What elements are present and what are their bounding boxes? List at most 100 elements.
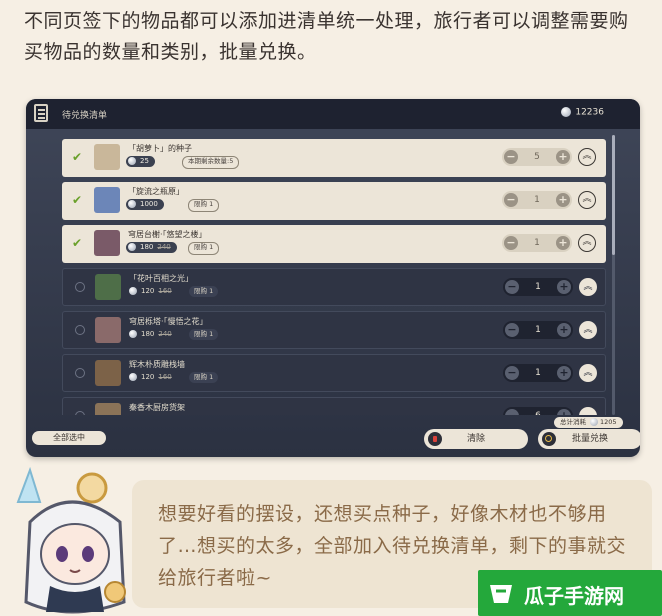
quantity-value: 1 [535,325,541,335]
item-name: 秦香木厨房货架 [129,403,185,412]
balance-value: 12236 [575,107,604,118]
minus-button[interactable]: − [504,236,518,250]
move-to-top-icon[interactable]: ︽ [578,148,596,166]
seed-bag-icon [94,144,120,170]
plus-button[interactable]: + [556,193,570,207]
select-radio[interactable] [75,368,85,378]
checkmark-icon[interactable]: ✔ [72,193,82,207]
minus-button[interactable]: − [505,366,519,380]
total-label: 总计消耗 [560,418,586,426]
tower-icon [95,317,121,343]
item-name: 穹居栎塔·「慢悟之花」 [129,317,208,326]
total-value: 1205 [600,418,617,426]
move-to-top-icon[interactable]: ︽ [579,364,597,382]
quantity-stepper[interactable]: − 1 + [503,278,573,296]
coin-icon [590,418,598,426]
checkmark-icon[interactable]: ✔ [72,236,82,250]
list-item[interactable]: ✔ 「胡萝卜」的种子 25 本期剩余数量:5 − 5 + ︽ [62,139,606,177]
item-name: 穹居台榭·「悠望之楼」 [128,230,207,239]
plus-button[interactable]: + [556,236,570,250]
minus-button[interactable]: − [505,323,519,337]
item-price: 25 [126,156,155,167]
wall-icon [95,360,121,386]
item-name: 「花叶百相之光」 [129,274,193,283]
list-item[interactable]: ✔ 穹居台榭·「悠望之楼」 180 240 限购 1 − 1 + ︽ [62,225,606,263]
batch-exchange-button[interactable]: 批量兑换 [538,429,640,449]
plus-button[interactable]: + [557,323,571,337]
quantity-value: 1 [534,238,540,248]
move-to-top-icon[interactable]: ︽ [578,191,596,209]
quantity-stepper[interactable]: − 5 + [502,148,572,166]
limit-badge: 限购 1 [189,286,219,297]
move-to-top-icon[interactable]: ︽ [578,234,596,252]
watermark-text: 瓜子手游网 [524,584,624,608]
quantity-value: 1 [535,282,541,292]
item-list: ✔ 「胡萝卜」的种子 25 本期剩余数量:5 − 5 + ︽ ✔ 「旋流之瓶原」… [62,139,606,415]
list-item[interactable]: 辉木朴质雕栈墙 120 160 限购 1 − 1 + ︽ [62,354,606,392]
item-name: 辉木朴质雕栈墙 [129,360,185,369]
exchange-list-panel: 待兑换清单 12236 ✔ 「胡萝卜」的种子 25 本期剩余数量:5 − 5 +… [26,99,640,457]
list-item[interactable]: ✔ 「旋流之瓶原」 1000 限购 1 − 1 + ︽ [62,182,606,220]
checkmark-icon[interactable]: ✔ [72,150,82,164]
trash-icon [428,432,442,446]
list-item[interactable]: 「花叶百相之光」 120 160 限购 1 − 1 + ︽ [62,268,606,306]
coin-icon [561,107,572,117]
quantity-stepper[interactable]: − 1 + [503,364,573,382]
select-radio[interactable] [75,325,85,335]
vase-icon [94,187,120,213]
light-tree-icon [95,274,121,300]
limit-badge: 限购 1 [188,199,220,212]
select-all-button[interactable]: 全部选中 [32,431,106,445]
plus-button[interactable]: + [557,409,571,415]
item-price: 120 160 [127,286,178,297]
original-price: 240 [157,243,171,251]
confirm-icon [542,432,556,446]
watermark-logo: 瓜子手游网 [478,570,662,616]
list-item[interactable]: 秦香木厨房货架 − 6 + ︽ [62,397,606,415]
clear-label: 清除 [466,434,485,444]
coin-icon [128,157,136,165]
minus-button[interactable]: − [505,280,519,294]
pavilion-icon [94,230,120,256]
currency-balance: 12236 [561,107,604,118]
quantity-value: 1 [535,368,541,378]
minus-button[interactable]: − [504,150,518,164]
move-to-top-icon[interactable]: ︽ [579,321,597,339]
coin-icon [128,243,136,251]
quantity-stepper[interactable]: − 1 + [502,234,572,252]
select-radio[interactable] [75,411,85,415]
minus-button[interactable]: − [505,409,519,415]
plus-button[interactable]: + [556,150,570,164]
panel-header: 待兑换清单 12236 [26,99,640,129]
quantity-stepper[interactable]: − 6 + [503,407,573,415]
quantity-value: 5 [534,152,540,162]
limit-badge: 限购 1 [189,329,219,340]
total-cost-tag: 总计消耗 1205 [554,417,623,428]
coin-icon [129,330,137,338]
list-item[interactable]: 穹居栎塔·「慢悟之花」 180 240 限购 1 − 1 + ︽ [62,311,606,349]
original-price: 240 [158,330,172,338]
exchange-label: 批量兑换 [571,434,608,444]
item-price: 180 240 [127,329,178,340]
quantity-stepper[interactable]: − 1 + [502,191,572,209]
item-name: 「旋流之瓶原」 [128,187,184,196]
item-price: 1000 [126,199,164,210]
select-radio[interactable] [75,282,85,292]
minus-button[interactable]: − [504,193,518,207]
quantity-stepper[interactable]: − 1 + [503,321,573,339]
watermark-icon [490,585,512,603]
coin-icon [128,200,136,208]
clear-button[interactable]: 清除 [424,429,528,449]
item-name: 「胡萝卜」的种子 [128,144,192,153]
panel-title: 待兑换清单 [62,111,108,121]
scrollbar-thumb[interactable] [612,135,615,255]
plus-button[interactable]: + [557,280,571,294]
limit-badge: 限购 1 [189,372,219,383]
coin-icon [129,287,137,295]
item-price: 180 240 [126,242,177,253]
plus-button[interactable]: + [557,366,571,380]
move-to-top-icon[interactable]: ︽ [579,407,597,415]
item-price: 120 160 [127,372,178,383]
move-to-top-icon[interactable]: ︽ [579,278,597,296]
intro-text: 不同页签下的物品都可以添加进清单统一处理，旅行者可以调整需要购买物品的数量和类别… [24,10,629,63]
